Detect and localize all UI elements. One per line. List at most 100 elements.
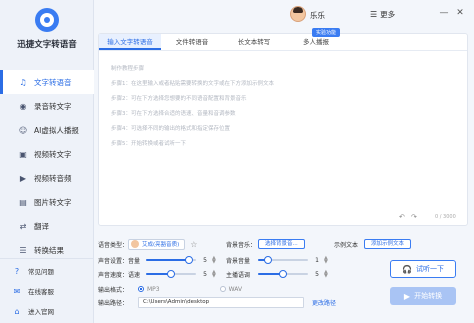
sidebar-bottom-links: ? 常见问题 ✉ 在线客服 ⌂ 进入官网 bbox=[0, 258, 94, 321]
sidebar-item-label: 文字转语音 bbox=[34, 77, 72, 87]
sidebar-item-label: 视频转文字 bbox=[34, 149, 72, 159]
bgm-volume-stepper-icon[interactable]: ▲ ▼ bbox=[324, 256, 328, 265]
pitch-label: 主播语调 bbox=[226, 271, 251, 279]
volume-row: 声音设置： 音量 5 ▲ ▼ bbox=[98, 254, 216, 266]
sidebar-item-support[interactable]: ✉ 在线客服 bbox=[0, 281, 94, 301]
pitch-slider-knob[interactable] bbox=[279, 270, 287, 278]
voice-avatar-icon bbox=[131, 240, 139, 248]
sidebar-item-ai-avatar[interactable]: ☺ AI虚拟人播报 bbox=[0, 118, 94, 142]
choose-bgm-button[interactable]: 选择背景音... bbox=[258, 239, 305, 249]
editor-panel: 输入文字转语音 文件转语音 长文本转写 多人播报 制作教程步骤 步骤1：在这里输… bbox=[98, 33, 468, 226]
sidebar-item-label: 录音转文字 bbox=[34, 101, 72, 111]
pitch-slider[interactable] bbox=[258, 270, 308, 278]
sidebar-nav: ♫ 文字转语音 ◉ 录音转文字 ☺ AI虚拟人播报 ▣ 视频转文字 ▶ 视频转音… bbox=[0, 70, 94, 262]
listen-button[interactable]: 🎧 试听一下 bbox=[390, 260, 456, 278]
sidebar-item-label: 常见问题 bbox=[28, 268, 54, 276]
sample-row: 示例文本 添加示例文本 bbox=[334, 238, 412, 250]
undo-icon[interactable]: ↶ bbox=[399, 213, 405, 221]
favorite-star-icon[interactable]: ☆ bbox=[190, 240, 197, 249]
title-bar: 乐乐 ☰ 更多 — ✕ bbox=[94, 0, 474, 30]
format-option-label: WAV bbox=[228, 285, 243, 293]
menu-icon: ☰ bbox=[370, 10, 378, 19]
text-input-area[interactable]: 制作教程步骤 步骤1：在这里输入或者粘贴需要转换的文字或在下方添加示例文本 步骤… bbox=[111, 62, 461, 212]
app-name: 迅捷文字转语音 bbox=[17, 40, 77, 50]
voice-settings-label: 声音设置： bbox=[98, 257, 129, 265]
bgm-row: 背景音乐： 选择背景音... bbox=[226, 238, 305, 250]
tab-file-to-speech[interactable]: 文件转语音 bbox=[161, 34, 223, 50]
speed-value[interactable]: 5 bbox=[200, 271, 210, 278]
sidebar-item-faq[interactable]: ? 常见问题 bbox=[0, 261, 94, 281]
voice-selector[interactable]: 艾成(亮豁音质) bbox=[128, 238, 186, 250]
guide-step: 步骤1：在这里输入或者粘贴需要转换的文字或在下方添加示例文本 bbox=[111, 81, 275, 87]
speed-stepper-icon[interactable]: ▲ ▼ bbox=[212, 270, 216, 279]
sidebar-item-label: 视频转音频 bbox=[34, 173, 72, 183]
sample-text-label: 示例文本 bbox=[334, 241, 359, 249]
chat-icon: ✉ bbox=[13, 286, 21, 296]
status-badge: 实验功能 bbox=[312, 28, 341, 37]
volume-stepper-icon[interactable]: ▲ ▼ bbox=[212, 256, 216, 265]
play-icon: ▶ bbox=[403, 291, 411, 301]
pitch-row: 主播语调 5 ▲ ▼ bbox=[226, 268, 328, 280]
volume-value[interactable]: 5 bbox=[200, 257, 210, 264]
sidebar-item-website[interactable]: ⌂ 进入官网 bbox=[0, 301, 94, 321]
bgm-volume-slider[interactable] bbox=[258, 256, 308, 264]
redo-icon[interactable]: ↷ bbox=[411, 213, 417, 221]
pitch-stepper-icon[interactable]: ▲ ▼ bbox=[324, 270, 328, 279]
start-convert-button[interactable]: ▶ 开始转换 bbox=[390, 287, 456, 305]
pitch-value[interactable]: 5 bbox=[312, 271, 322, 278]
guide-title: 制作教程步骤 bbox=[111, 66, 145, 72]
sidebar-item-label: 进入官网 bbox=[28, 308, 54, 316]
guide-step: 步骤3：可在下方选择合适的语速、音量和音调参数 bbox=[111, 111, 236, 117]
microphone-icon: ◉ bbox=[19, 101, 27, 111]
bgm-volume-label: 背景音量 bbox=[226, 257, 251, 265]
tab-text-to-speech[interactable]: 输入文字转语音 bbox=[99, 34, 161, 50]
settings-area: 语音类型： 艾成(亮豁音质) ☆ 背景音乐： 选择背景音... 示例文本 添加示… bbox=[98, 232, 474, 323]
sidebar-item-label: 翻译 bbox=[34, 221, 49, 231]
username[interactable]: 乐乐 bbox=[310, 10, 325, 21]
translate-icon: ⇄ bbox=[19, 221, 27, 231]
change-path-link[interactable]: 更改路径 bbox=[312, 298, 336, 307]
format-label: 输出格式： bbox=[98, 286, 129, 294]
format-option-wav[interactable]: WAV bbox=[219, 285, 243, 293]
results-icon: ☰ bbox=[19, 245, 27, 255]
bgm-label: 背景音乐： bbox=[226, 241, 257, 249]
image-icon: ▤ bbox=[19, 197, 27, 207]
add-sample-button[interactable]: 添加示例文本 bbox=[364, 239, 412, 249]
volume-slider-knob[interactable] bbox=[184, 256, 193, 264]
sidebar-item-video-to-text[interactable]: ▣ 视频转文字 bbox=[0, 142, 94, 166]
speed-slider-knob[interactable] bbox=[167, 270, 175, 278]
listen-label: 试听一下 bbox=[415, 265, 444, 273]
speed-sub-label: 语速 bbox=[128, 271, 141, 279]
voice-type-row: 语音类型： 艾成(亮豁音质) ☆ bbox=[98, 238, 197, 250]
sidebar-item-text-to-speech[interactable]: ♫ 文字转语音 bbox=[0, 70, 94, 94]
help-icon: ? bbox=[14, 266, 20, 276]
bgm-volume-row: 背景音量 1 ▲ ▼ bbox=[226, 254, 328, 266]
output-path-field[interactable]: C:\Users\Admin\desktop bbox=[138, 296, 304, 308]
logo-area: 迅捷文字转语音 bbox=[0, 8, 94, 50]
close-button[interactable]: ✕ bbox=[454, 8, 466, 18]
more-label: 更多 bbox=[380, 10, 396, 19]
video-icon: ▣ bbox=[19, 149, 27, 159]
more-menu-button[interactable]: ☰ 更多 bbox=[370, 9, 395, 20]
path-label: 输出路径： bbox=[98, 299, 129, 307]
minimize-button[interactable]: — bbox=[438, 8, 450, 18]
sidebar-item-video-to-audio[interactable]: ▶ 视频转音频 bbox=[0, 166, 94, 190]
bgm-volume-value[interactable]: 1 bbox=[312, 257, 322, 264]
sidebar-item-translate[interactable]: ⇄ 翻译 bbox=[0, 214, 94, 238]
avatar[interactable] bbox=[290, 6, 306, 22]
speed-slider[interactable] bbox=[146, 270, 196, 278]
tab-long-text[interactable]: 长文本转写 bbox=[223, 34, 285, 50]
speed-label: 声音速度： bbox=[98, 271, 129, 279]
output-path-row: 输出路径： C:\Users\Admin\desktop 更改路径 bbox=[98, 296, 336, 308]
guide-step: 步骤2：可在下方选择您想要的不同语音配置和背景音乐 bbox=[111, 96, 247, 102]
sidebar-item-label: 转换结果 bbox=[34, 245, 64, 255]
sidebar: 迅捷文字转语音 ♫ 文字转语音 ◉ 录音转文字 ☺ AI虚拟人播报 ▣ 视频转文… bbox=[0, 0, 94, 323]
sidebar-item-label: 在线客服 bbox=[28, 288, 54, 296]
sidebar-item-recording-to-text[interactable]: ◉ 录音转文字 bbox=[0, 94, 94, 118]
home-icon: ⌂ bbox=[14, 306, 20, 316]
voice-type-label: 语音类型： bbox=[98, 241, 129, 249]
sidebar-item-image-to-text[interactable]: ▤ 图片转文字 bbox=[0, 190, 94, 214]
format-option-mp3[interactable]: MP3 bbox=[138, 286, 160, 293]
bgm-volume-slider-knob[interactable] bbox=[264, 256, 272, 264]
volume-slider[interactable] bbox=[146, 256, 196, 264]
